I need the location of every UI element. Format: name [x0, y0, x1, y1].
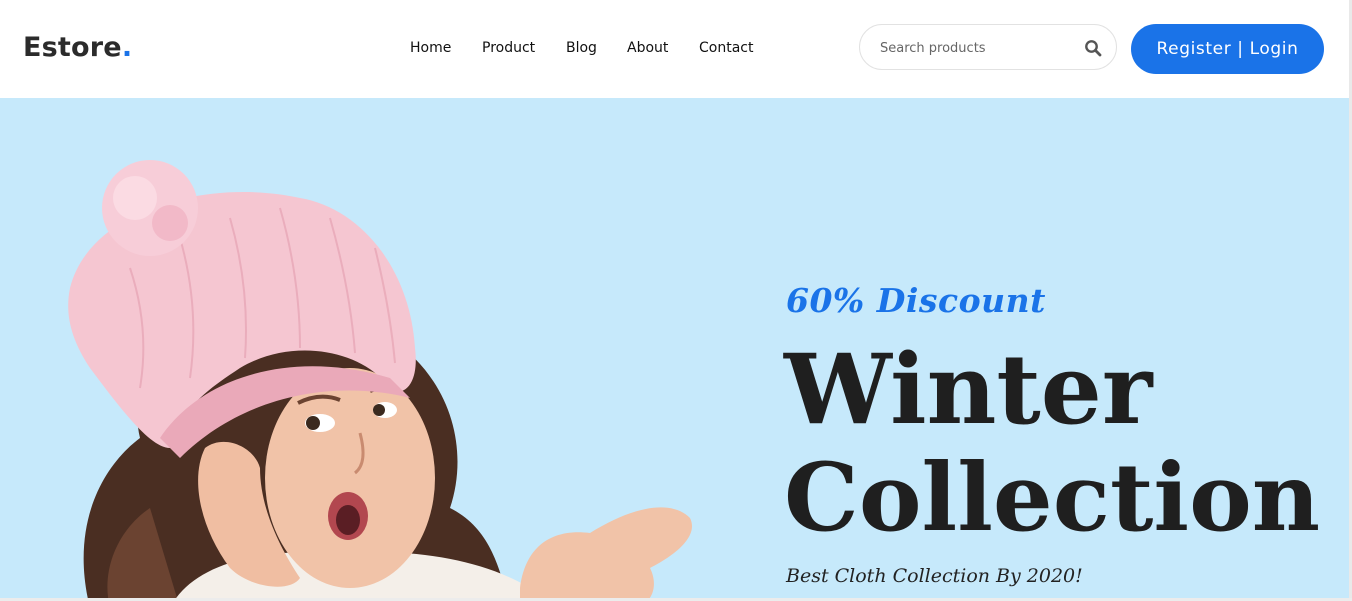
nav-home[interactable]: Home	[410, 38, 451, 58]
hero-image	[68, 160, 692, 598]
discount-label: 60% Discount	[786, 281, 1046, 320]
site-header: Estore. Home Product Blog About Contact …	[0, 0, 1352, 98]
brand-logo[interactable]: Estore.	[23, 30, 132, 66]
brand-name: Estore	[23, 32, 122, 63]
search-input[interactable]	[880, 37, 1070, 59]
register-login-button[interactable]: Register | Login	[1131, 24, 1324, 74]
brand-dot: .	[121, 32, 133, 63]
nav-blog[interactable]: Blog	[566, 38, 597, 58]
search-box	[859, 24, 1117, 70]
nav-contact[interactable]: Contact	[699, 38, 753, 58]
hero-title-line2: Collection	[784, 443, 1321, 553]
hero-subtitle: Best Cloth Collection By 2020!	[786, 565, 1083, 587]
nav-product[interactable]: Product	[482, 38, 535, 58]
hero-title-line1: Winter	[784, 333, 1153, 446]
nav-about[interactable]: About	[627, 38, 668, 58]
search-icon[interactable]	[1084, 39, 1102, 57]
hero-banner: 60% Discount Winter Collection Best Clot…	[0, 98, 1349, 598]
